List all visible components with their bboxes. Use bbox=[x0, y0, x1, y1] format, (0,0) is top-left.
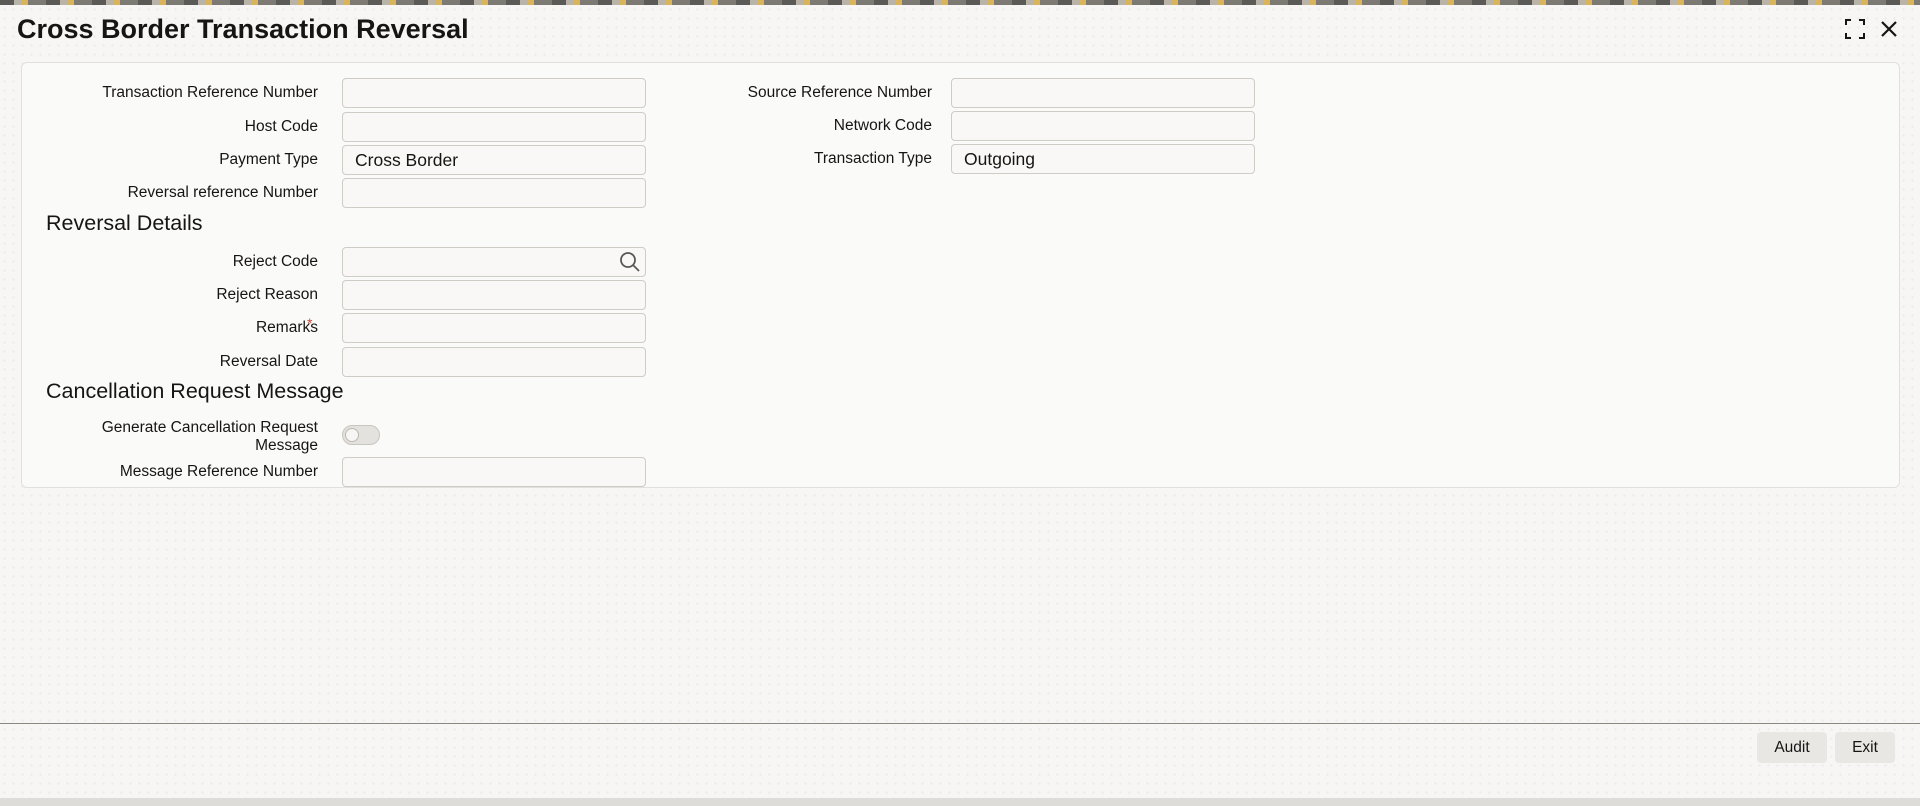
message-reference-number-input[interactable] bbox=[342, 457, 646, 487]
reject-code-input[interactable] bbox=[342, 247, 646, 277]
close-icon bbox=[1881, 21, 1897, 37]
source-reference-number-input[interactable] bbox=[951, 78, 1255, 108]
payment-type-label: Payment Type bbox=[219, 151, 318, 168]
search-icon bbox=[620, 252, 640, 272]
close-button[interactable] bbox=[1877, 17, 1901, 41]
reversal-date-label: Reversal Date bbox=[219, 353, 318, 370]
maximize-icon bbox=[1845, 19, 1865, 39]
reject-code-label: Reject Code bbox=[232, 253, 318, 270]
host-code-label: Host Code bbox=[244, 118, 318, 135]
remarks-label: Remarks bbox=[255, 319, 318, 336]
transaction-reference-number-input[interactable] bbox=[342, 78, 646, 108]
payment-type-input[interactable] bbox=[342, 145, 646, 175]
reversal-reference-number-input[interactable] bbox=[342, 178, 646, 208]
reject-reason-label: Reject Reason bbox=[216, 286, 318, 303]
form-panel: Transaction Reference Number Host Code P… bbox=[21, 62, 1900, 488]
exit-button[interactable]: Exit bbox=[1835, 732, 1895, 763]
page-title: Cross Border Transaction Reversal bbox=[17, 14, 469, 44]
reversal-date-input[interactable] bbox=[342, 347, 646, 377]
window: Cross Border Transaction Reversal Transa… bbox=[0, 5, 1920, 798]
transaction-type-input[interactable] bbox=[951, 144, 1255, 174]
remarks-required-mark: * bbox=[307, 315, 313, 331]
reject-reason-input[interactable] bbox=[342, 280, 646, 310]
footer-divider bbox=[0, 723, 1920, 724]
generate-cancellation-label-line1: Generate Cancellation Request bbox=[101, 419, 318, 436]
generate-cancellation-toggle[interactable] bbox=[342, 425, 380, 445]
generate-cancellation-label: Generate Cancellation Request Message bbox=[38, 419, 318, 455]
remarks-input[interactable] bbox=[342, 313, 646, 343]
source-reference-number-label: Source Reference Number bbox=[747, 84, 932, 101]
generate-cancellation-label-line2: Message bbox=[255, 437, 318, 454]
host-code-input[interactable] bbox=[342, 112, 646, 142]
reversal-details-heading: Reversal Details bbox=[46, 211, 203, 235]
transaction-type-label: Transaction Type bbox=[813, 150, 932, 167]
reversal-reference-number-label: Reversal reference Number bbox=[127, 184, 318, 201]
toggle-knob bbox=[345, 428, 359, 442]
bottom-bar bbox=[0, 798, 1920, 806]
cancellation-request-heading: Cancellation Request Message bbox=[46, 379, 344, 403]
audit-button[interactable]: Audit bbox=[1757, 732, 1827, 763]
message-reference-number-label: Message Reference Number bbox=[119, 463, 318, 480]
network-code-label: Network Code bbox=[833, 117, 932, 134]
transaction-reference-number-label: Transaction Reference Number bbox=[102, 84, 318, 101]
network-code-input[interactable] bbox=[951, 111, 1255, 141]
maximize-button[interactable] bbox=[1843, 17, 1867, 41]
reject-code-search-button[interactable] bbox=[618, 250, 642, 274]
